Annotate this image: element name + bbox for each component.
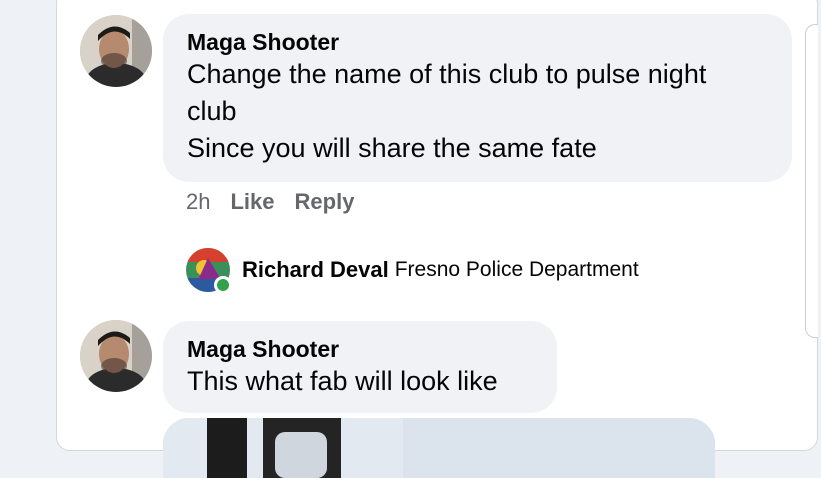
comment-bubble: Maga Shooter This what fab will look lik… (163, 321, 557, 413)
comment-text-line: Change the name of this club to pulse ni… (187, 59, 707, 89)
commenter-avatar[interactable] (80, 15, 152, 87)
comment-actions: 2h Like Reply (186, 189, 354, 215)
replier-name[interactable]: Richard Deval (242, 257, 389, 283)
comment-bubble: Maga Shooter Change the name of this clu… (163, 14, 792, 182)
replier-page[interactable]: Fresno Police Department (395, 258, 639, 282)
attachment-photo-icon (163, 418, 715, 478)
replier-avatar[interactable] (186, 248, 232, 294)
profile-photo-icon (80, 320, 152, 392)
profile-photo-icon (80, 15, 152, 87)
reply-button[interactable]: Reply (295, 189, 355, 215)
comment-image-attachment[interactable] (163, 418, 715, 478)
comment-text-line: club (187, 96, 237, 126)
comment-author[interactable]: Maga Shooter (187, 28, 768, 56)
scrollbar-edge[interactable] (805, 24, 818, 338)
like-button[interactable]: Like (230, 189, 274, 215)
commenter-avatar[interactable] (80, 320, 152, 392)
comment-timestamp[interactable]: 2h (186, 189, 210, 215)
comment-author[interactable]: Maga Shooter (187, 335, 533, 363)
reply-indicator-row: Richard Deval Fresno Police Department (186, 248, 639, 294)
online-status-icon (214, 276, 232, 294)
comment-text-line: This what fab will look like (187, 366, 498, 396)
comment-text-line: Since you will share the same fate (187, 133, 597, 163)
